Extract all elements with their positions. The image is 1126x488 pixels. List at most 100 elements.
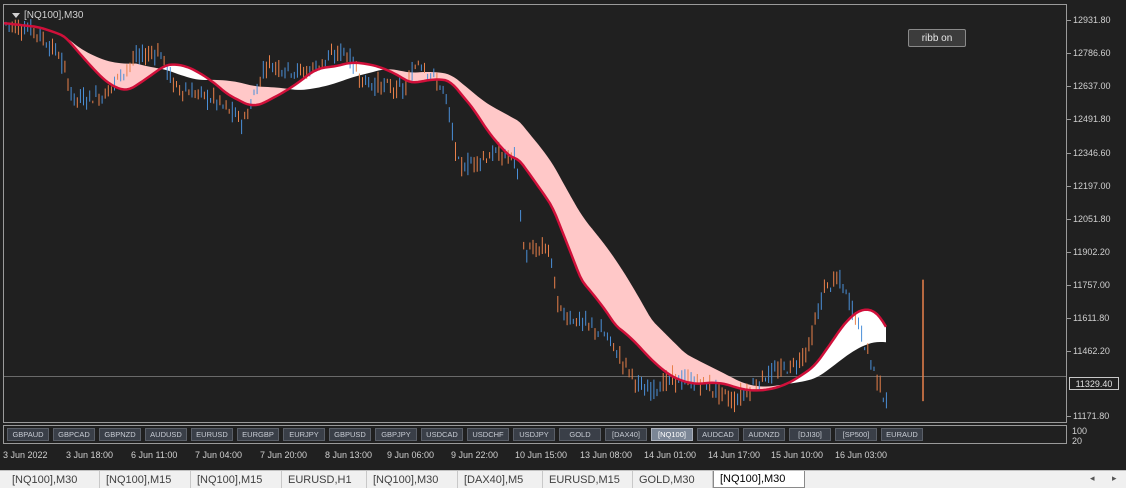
symbol-button[interactable]: AUDCAD: [697, 428, 739, 441]
ribbon-fill-segment: [520, 122, 523, 166]
ribbon-fill-segment: [667, 335, 670, 375]
ribbon-fill-segment: [676, 344, 679, 380]
ribbon-fill-segment: [538, 144, 541, 191]
price-tick-label: 12786.60: [1073, 48, 1111, 58]
ribbon-fill-segment: [871, 310, 874, 344]
price-tick-label: 11902.20: [1073, 247, 1110, 257]
ribbon-fill-segment: [592, 228, 595, 297]
ribbon-fill-segment: [331, 66, 334, 85]
chart-tab[interactable]: EURUSD,M15: [543, 471, 633, 488]
ribbon-fill-segment: [541, 147, 544, 195]
chart-tab[interactable]: [NQ100],M15: [191, 471, 282, 488]
symbol-button[interactable]: USDCAD: [421, 428, 463, 441]
symbol-button[interactable]: AUDNZD: [743, 428, 785, 441]
chart-title[interactable]: [NQ100],M30: [12, 10, 83, 21]
price-tick-mark: [1067, 416, 1071, 417]
ribbon-fill-segment: [580, 212, 583, 282]
scroll-right-icon[interactable]: ▸: [1112, 473, 1117, 484]
symbol-button[interactable]: [NQ100]: [651, 428, 693, 441]
chart-tab[interactable]: EURUSD,H1: [282, 471, 367, 488]
price-tick-mark: [1067, 119, 1071, 120]
scroll-left-icon[interactable]: ◂: [1090, 473, 1095, 484]
ribbon-fill-segment: [712, 367, 715, 383]
chart-tab[interactable]: [NQ100],M30: [367, 471, 458, 488]
ribbon-fill-segment: [583, 216, 586, 286]
ribbon-fill-segment: [601, 239, 604, 309]
symbol-button[interactable]: GBPUSD: [329, 428, 371, 441]
ribbon-fill-segment: [529, 133, 532, 178]
time-tick-label: 3 Jun 2022: [3, 450, 48, 460]
price-tick-mark: [1067, 285, 1071, 286]
chart-tab[interactable]: [DAX40],M5: [458, 471, 543, 488]
ribbon-fill-segment: [868, 309, 871, 345]
symbol-button[interactable]: EURAUD: [881, 428, 923, 441]
ribbon-fill-segment: [313, 70, 316, 89]
symbol-button[interactable]: USDJPY: [513, 428, 555, 441]
ribbon-fill-segment: [322, 67, 325, 87]
price-tick-mark: [1067, 20, 1071, 21]
ribbon-toggle-button[interactable]: ribb on: [908, 29, 966, 47]
time-tick-label: 9 Jun 22:00: [451, 450, 499, 460]
ribbon-fill-segment: [496, 108, 499, 145]
symbol-button[interactable]: EURJPY: [283, 428, 325, 441]
ribbon-fill-segment: [328, 66, 331, 86]
symbol-button[interactable]: EURUSD: [191, 428, 233, 441]
symbol-button[interactable]: EURGBP: [237, 428, 279, 441]
ribbon-fill-segment: [844, 321, 847, 358]
symbol-button[interactable]: USDCHF: [467, 428, 509, 441]
symbol-button[interactable]: GBPCAD: [53, 428, 95, 441]
symbol-button[interactable]: [DAX40]: [605, 428, 647, 441]
symbol-button[interactable]: GBPAUD: [7, 428, 49, 441]
chart-tab[interactable]: [NQ100],M15: [100, 471, 191, 488]
ribbon-fill-segment: [340, 64, 343, 82]
ribbon-fill-segment: [649, 315, 652, 360]
symbol-button[interactable]: GBPJPY: [375, 428, 417, 441]
time-tick-label: 15 Jun 10:00: [771, 450, 824, 460]
chart-tab[interactable]: [NQ100],M30: [713, 471, 805, 488]
ribbon-fill-segment: [643, 304, 646, 354]
ribbon-fill-segment: [241, 82, 244, 103]
ribbon-fill-segment: [526, 129, 529, 174]
ribbon-fill-segment: [847, 318, 850, 356]
ribbon-fill-segment: [517, 120, 520, 162]
ribbon-fill-segment: [850, 315, 853, 354]
symbol-button[interactable]: AUDUSD: [145, 428, 187, 441]
price-axis: 12931.80 12786.60 12637.00 12491.80 12346.60…: [1067, 0, 1126, 430]
ribbon-fill-segment: [235, 81, 238, 100]
ribbon-fill-segment: [535, 140, 538, 186]
chevron-down-icon[interactable]: [12, 13, 20, 18]
time-axis: 3 Jun 2022 3 Jun 18:00 6 Jun 11:00 7 Jun 04…: [0, 446, 1067, 466]
ribbon-fill-segment: [673, 341, 676, 379]
price-tick-label: 12931.80: [1073, 15, 1111, 25]
time-tick-label: 9 Jun 06:00: [387, 450, 435, 460]
price-tick-label: 12197.00: [1073, 181, 1111, 191]
ribbon-fill-segment: [133, 63, 136, 88]
ribbon-fill-segment: [361, 63, 364, 76]
ribbon-fill-segment: [238, 82, 241, 102]
time-tick-label: 14 Jun 01:00: [644, 450, 697, 460]
ribbon-fill-segment: [253, 85, 256, 106]
symbol-button[interactable]: [DJI30]: [789, 428, 831, 441]
ribbon-fill-segment: [574, 202, 577, 270]
chart-tab[interactable]: GOLD,M30: [633, 471, 713, 488]
price-chart[interactable]: [NQ100],M30 ribb on: [3, 4, 1067, 423]
symbol-button[interactable]: [SP500]: [835, 428, 877, 441]
ribbon-fill-segment: [502, 111, 505, 152]
current-price-label: 11329.40: [1069, 377, 1119, 390]
ribbon-fill-segment: [346, 63, 349, 80]
symbol-button[interactable]: GBPNZD: [99, 428, 141, 441]
symbol-button-bar: GBPAUD GBPCAD GBPNZD AUDUSD EURUSD EURGBP EURJ…: [3, 425, 1067, 444]
symbol-button[interactable]: GOLD: [559, 428, 601, 441]
time-tick-label: 6 Jun 11:00: [131, 450, 178, 460]
ribbon-fill-segment: [637, 294, 640, 348]
time-tick-label: 7 Jun 20:00: [260, 450, 308, 460]
ribbon-fill-segment: [109, 61, 112, 86]
price-tick-mark: [1067, 219, 1071, 220]
chart-tab[interactable]: [NQ100],M30: [6, 471, 100, 488]
ribbon-fill-segment: [862, 309, 865, 347]
ribbon-fill-segment: [343, 63, 346, 81]
price-tick-mark: [1067, 252, 1071, 253]
ribbon-fill-segment: [622, 269, 625, 334]
ribbon-fill-segment: [619, 264, 622, 331]
price-tick-label: 11171.80: [1073, 411, 1110, 421]
